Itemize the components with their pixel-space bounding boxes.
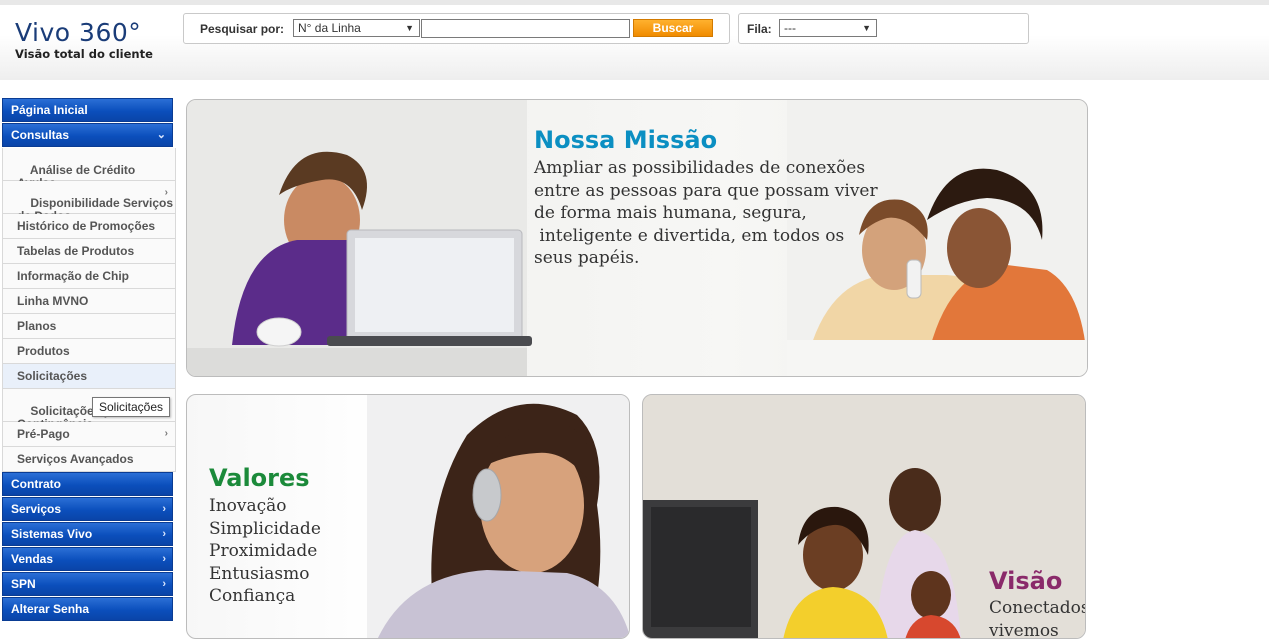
search-type-value: N° da Linha xyxy=(298,21,361,35)
submenu-item[interactable]: Disponibilidade Serviços de Dados › xyxy=(2,181,176,223)
nav-label: Serviços xyxy=(11,502,62,516)
nav-label: Consultas xyxy=(11,128,70,142)
submenu-label: Informação de Chip xyxy=(17,269,130,283)
submenu-item[interactable]: Produtos xyxy=(2,339,176,364)
dropdown-arrow-icon: ▼ xyxy=(405,23,414,33)
fila-panel: Fila: --- ▼ xyxy=(738,13,1029,44)
submenu-label: Planos xyxy=(17,319,57,333)
nav-consultas[interactable]: Consultas ⌄ xyxy=(2,123,173,147)
missao-title: Nossa Missão xyxy=(534,126,718,154)
submenu-item[interactable]: Histórico de Promoções xyxy=(2,214,176,239)
submenu-label: Produtos xyxy=(17,344,70,358)
missao-text: Ampliar as possibilidades de conexões en… xyxy=(534,158,878,268)
nav-alterar-senha[interactable]: Alterar Senha xyxy=(2,597,173,621)
chevron-right-icon: › xyxy=(162,578,166,590)
submenu-item[interactable]: Serviços Avançados xyxy=(2,447,176,472)
valores-title: Valores xyxy=(209,464,310,492)
submenu-label: Tabelas de Produtos xyxy=(17,244,135,258)
search-label: Pesquisar por: xyxy=(200,22,285,36)
submenu-item-hovered[interactable]: Solicitações xyxy=(2,364,176,389)
nav-label: Sistemas Vivo xyxy=(11,527,93,541)
search-panel: Pesquisar por: N° da Linha ▼ Buscar xyxy=(183,13,730,44)
visao-title: Visão xyxy=(989,567,1063,595)
nav-label: Contrato xyxy=(11,477,61,491)
logo-title: Vivo 360° xyxy=(15,18,142,47)
submenu-item[interactable]: Tabelas de Produtos xyxy=(2,239,176,264)
nav-servicos[interactable]: Serviços › xyxy=(2,497,173,521)
banner-missao: Nossa Missão Ampliar as possibilidades d… xyxy=(186,99,1088,377)
submenu-label: Solicitações xyxy=(17,369,88,383)
nav-pagina-inicial[interactable]: Página Inicial xyxy=(2,98,173,122)
submenu-label: Linha MVNO xyxy=(17,294,89,308)
nav-label: Vendas xyxy=(11,552,54,566)
search-button[interactable]: Buscar xyxy=(633,19,713,37)
logo-subtitle: Visão total do cliente xyxy=(15,47,153,61)
nav-label: Alterar Senha xyxy=(11,602,90,616)
banner-valores: Valores Inovação Simplicidade Proximidad… xyxy=(186,394,630,639)
submenu-item[interactable]: Planos xyxy=(2,314,176,339)
vivo-logo[interactable]: Vivo 360° Visão total do cliente xyxy=(15,19,165,69)
fila-value: --- xyxy=(784,21,796,35)
chevron-right-icon: › xyxy=(162,553,166,565)
chevron-right-icon: › xyxy=(162,528,166,540)
nav-sistemas-vivo[interactable]: Sistemas Vivo › xyxy=(2,522,173,546)
tooltip: Solicitações xyxy=(92,397,171,417)
submenu-label: Histórico de Promoções xyxy=(17,219,156,233)
chevron-right-icon: › xyxy=(164,187,168,198)
search-input[interactable] xyxy=(421,19,630,38)
banner-visao: Visão Conectados vivemos xyxy=(642,394,1086,639)
chevron-right-icon: › xyxy=(162,503,166,515)
search-type-select[interactable]: N° da Linha ▼ xyxy=(293,19,420,37)
valores-text: Inovação Simplicidade Proximidade Entusi… xyxy=(209,496,321,606)
submenu-item[interactable]: Análise de Crédito Avulsa xyxy=(2,148,176,190)
nav-vendas[interactable]: Vendas › xyxy=(2,547,173,571)
submenu-item[interactable]: Informação de Chip xyxy=(2,264,176,289)
fila-label: Fila: xyxy=(747,22,772,36)
submenu-item[interactable]: Linha MVNO xyxy=(2,289,176,314)
chevron-down-icon: ⌄ xyxy=(156,129,166,141)
nav-spn[interactable]: SPN › xyxy=(2,572,173,596)
submenu-label: Serviços Avançados xyxy=(17,452,134,466)
submenu-label: Pré-Pago xyxy=(17,427,70,441)
nav-label: SPN xyxy=(11,577,36,591)
chevron-right-icon: › xyxy=(164,428,168,439)
nav-label: Página Inicial xyxy=(11,103,88,117)
header-bar: Vivo 360° Visão total do cliente Pesquis… xyxy=(0,0,1269,80)
fila-select[interactable]: --- ▼ xyxy=(779,19,877,37)
nav-contrato[interactable]: Contrato xyxy=(2,472,173,496)
submenu-item[interactable]: Pré-Pago › xyxy=(2,422,176,447)
sidebar-menu: Página Inicial Consultas ⌄ Análise de Cr… xyxy=(2,98,176,622)
dropdown-arrow-icon: ▼ xyxy=(862,23,871,33)
